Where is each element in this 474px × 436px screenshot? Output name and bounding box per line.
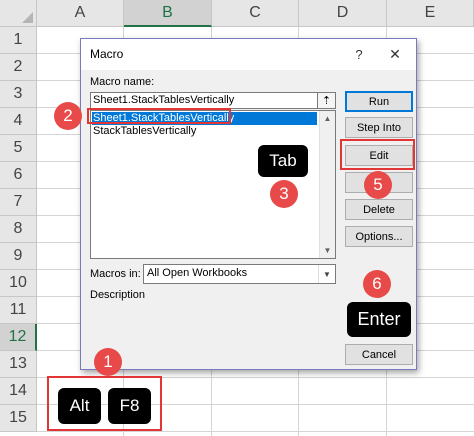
dialog-titlebar[interactable]: Macro ? ✕ — [81, 39, 416, 70]
listbox-scrollbar[interactable]: ▲ ▼ — [319, 111, 335, 258]
cancel-button[interactable]: Cancel — [345, 344, 413, 365]
step-badge-6: 6 — [363, 270, 391, 298]
column-header-b[interactable]: B — [124, 0, 212, 27]
row-header-14[interactable]: 14 — [0, 378, 37, 405]
dialog-title: Macro — [90, 47, 124, 61]
column-header-d[interactable]: D — [299, 0, 387, 27]
column-header-a[interactable]: A — [37, 0, 124, 27]
column-header-e[interactable]: E — [387, 0, 474, 27]
gridline — [37, 431, 474, 432]
options-button[interactable]: Options... — [345, 226, 413, 247]
step-into-button[interactable]: Step Into — [345, 117, 413, 138]
row-header-6[interactable]: 6 — [0, 162, 37, 189]
row-header-13[interactable]: 13 — [0, 351, 37, 378]
f8-key: F8 — [108, 388, 151, 424]
highlight-edit-button — [340, 139, 415, 170]
row-header-2[interactable]: 2 — [0, 54, 37, 81]
enter-key: Enter — [347, 302, 411, 337]
macro-list-item[interactable]: StackTablesVertically — [92, 125, 317, 138]
row-header-1[interactable]: 1 — [0, 27, 37, 54]
chevron-down-icon[interactable]: ▼ — [318, 265, 335, 283]
column-header-c[interactable]: C — [212, 0, 299, 27]
row-header-7[interactable]: 7 — [0, 189, 37, 216]
collapse-dialog-icon[interactable]: ⇡ — [317, 92, 336, 109]
delete-button[interactable]: Delete — [345, 199, 413, 220]
chevron-up-icon[interactable]: ▲ — [320, 111, 335, 126]
highlight-list-item — [87, 108, 231, 124]
macro-listbox[interactable]: Sheet1.StackTablesVertically StackTables… — [90, 110, 336, 259]
row-header-9[interactable]: 9 — [0, 243, 37, 270]
alt-key: Alt — [58, 388, 101, 424]
description-label: Description — [90, 289, 146, 301]
row-header-5[interactable]: 5 — [0, 135, 37, 162]
select-all-triangle-icon — [22, 12, 33, 23]
close-icon[interactable]: ✕ — [384, 44, 406, 64]
step-badge-3: 3 — [270, 180, 298, 208]
macros-in-select[interactable]: All Open Workbooks ▼ — [143, 264, 336, 284]
row-header-8[interactable]: 8 — [0, 216, 37, 243]
macro-name-label: Macro name: — [90, 76, 155, 88]
run-button[interactable]: Run — [345, 91, 413, 112]
row-header-11[interactable]: 11 — [0, 297, 37, 324]
question-icon[interactable]: ? — [349, 44, 369, 64]
row-header-3[interactable]: 3 — [0, 81, 37, 108]
row-header-15[interactable]: 15 — [0, 405, 37, 432]
row-header-12[interactable]: 12 — [0, 324, 37, 351]
step-badge-2: 2 — [54, 102, 82, 130]
step-badge-5: 5 — [364, 171, 392, 199]
select-all-corner[interactable] — [0, 0, 37, 27]
row-header-4[interactable]: 4 — [0, 108, 37, 135]
row-header-10[interactable]: 10 — [0, 270, 37, 297]
macros-in-label: Macros in: — [90, 268, 141, 280]
macro-name-input[interactable]: Sheet1.StackTablesVertically — [90, 92, 336, 109]
tab-key: Tab — [258, 145, 308, 177]
step-badge-1: 1 — [94, 348, 122, 376]
macros-in-value: All Open Workbooks — [147, 267, 248, 279]
chevron-down-icon[interactable]: ▼ — [320, 243, 335, 258]
